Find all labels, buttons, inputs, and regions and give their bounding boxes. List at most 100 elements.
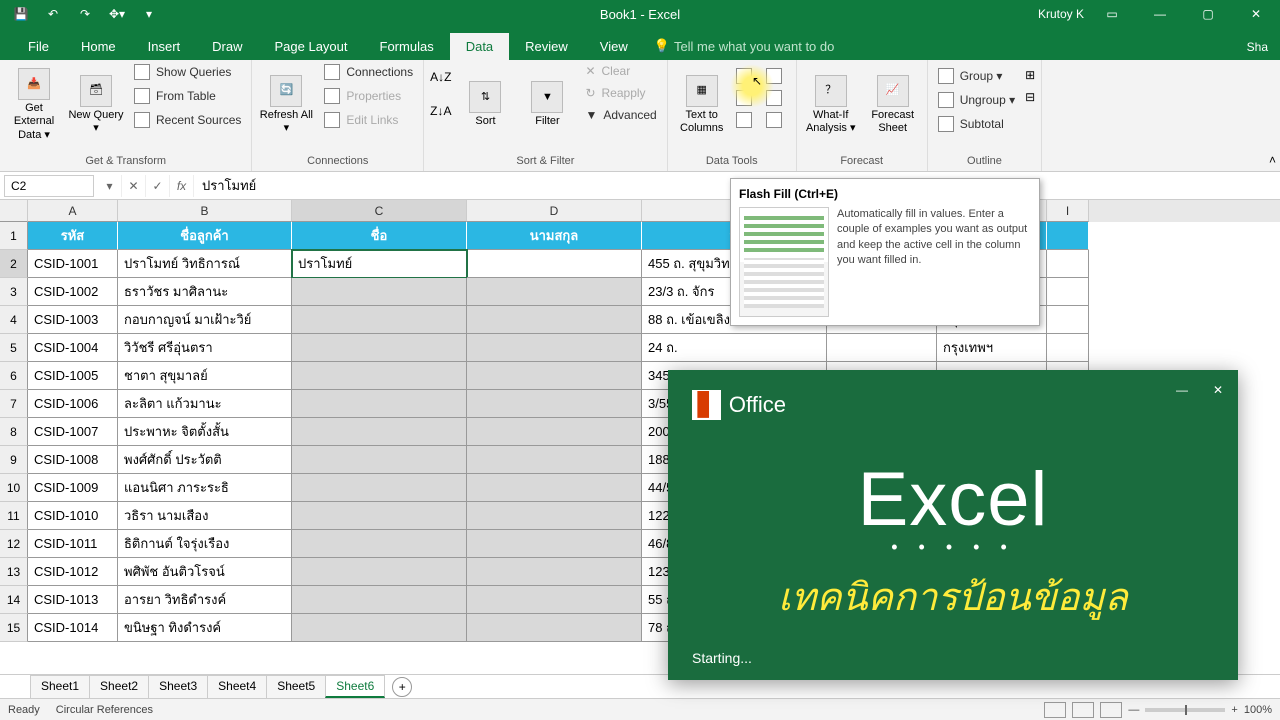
cell[interactable] [292, 614, 467, 642]
cell[interactable]: กอบกาญจน์ มาเฝ้าะวิย์ [118, 306, 292, 334]
cell[interactable] [292, 418, 467, 446]
group-button[interactable]: Group ▾ [934, 66, 1019, 86]
undo-icon[interactable]: ↶ [42, 3, 64, 25]
cell[interactable] [292, 334, 467, 362]
tab-formulas[interactable]: Formulas [364, 33, 450, 60]
touch-mode-icon[interactable]: ✥▾ [106, 3, 128, 25]
normal-view-icon[interactable] [1044, 702, 1066, 718]
maximize-button[interactable]: ▢ [1188, 0, 1228, 28]
row-header-15[interactable]: 15 [0, 614, 28, 642]
edit-links-button[interactable]: Edit Links [320, 110, 417, 130]
sort-desc-icon[interactable]: Z↓A [430, 104, 451, 118]
share-button[interactable]: Sha [1235, 34, 1280, 60]
zoom-level[interactable]: 100% [1244, 704, 1272, 716]
col-header-C[interactable]: C [292, 200, 467, 222]
cell[interactable] [1047, 334, 1089, 362]
cell[interactable] [467, 418, 642, 446]
name-box[interactable] [4, 175, 94, 197]
splash-minimize-icon[interactable]: — [1170, 378, 1194, 402]
row-header-1[interactable]: 1 [0, 222, 28, 250]
subtotal-button[interactable]: Subtotal [934, 114, 1019, 134]
cell[interactable] [467, 362, 642, 390]
close-button[interactable]: ✕ [1236, 0, 1276, 28]
cell[interactable] [292, 278, 467, 306]
row-header-11[interactable]: 11 [0, 502, 28, 530]
what-if-button[interactable]: ？What-If Analysis ▾ [803, 62, 859, 148]
sort-asc-icon[interactable]: A↓Z [430, 70, 451, 84]
cell[interactable]: 24 ถ. [642, 334, 827, 362]
cell[interactable]: วิวัชรี ศรีอุ่นตรา [118, 334, 292, 362]
cell[interactable]: ธิติกานต์ ใจรุ่งเรือง [118, 530, 292, 558]
tab-file[interactable]: File [12, 33, 65, 60]
row-header-3[interactable]: 3 [0, 278, 28, 306]
row-header-9[interactable]: 9 [0, 446, 28, 474]
cell[interactable] [292, 474, 467, 502]
cell[interactable] [467, 474, 642, 502]
tab-view[interactable]: View [584, 33, 644, 60]
table-header[interactable]: ชื่อลูกค้า [118, 222, 292, 250]
table-header[interactable]: ชื่อ [292, 222, 467, 250]
cell[interactable]: CSID-1002 [28, 278, 118, 306]
col-header-I[interactable]: I [1047, 200, 1089, 222]
cell[interactable]: ประพาหะ จิตตั้งสั้น [118, 418, 292, 446]
connections-button[interactable]: Connections [320, 62, 417, 82]
sort-button[interactable]: ⇅Sort [457, 62, 513, 148]
cell[interactable] [467, 334, 642, 362]
tab-review[interactable]: Review [509, 33, 584, 60]
cell[interactable]: CSID-1009 [28, 474, 118, 502]
cell[interactable]: CSID-1013 [28, 586, 118, 614]
cell[interactable] [292, 446, 467, 474]
cell[interactable]: CSID-1011 [28, 530, 118, 558]
tab-home[interactable]: Home [65, 33, 132, 60]
namebox-dropdown-icon[interactable]: ▾ [98, 175, 122, 197]
cell[interactable]: CSID-1012 [28, 558, 118, 586]
advanced-button[interactable]: ▼Advanced [581, 106, 660, 124]
col-header-D[interactable]: D [467, 200, 642, 222]
zoom-in-icon[interactable]: + [1231, 704, 1237, 716]
redo-icon[interactable]: ↷ [74, 3, 96, 25]
new-query-button[interactable]: 🗃New Query ▾ [68, 62, 124, 148]
fx-icon[interactable]: fx [170, 175, 194, 197]
manage-data-model-icon[interactable] [766, 112, 782, 128]
cell[interactable]: CSID-1007 [28, 418, 118, 446]
cell[interactable]: อารยา วิทธิดำรงค์ [118, 586, 292, 614]
cell[interactable] [292, 586, 467, 614]
col-header-A[interactable]: A [28, 200, 118, 222]
row-header-10[interactable]: 10 [0, 474, 28, 502]
table-header[interactable]: นามสกุล [467, 222, 642, 250]
forecast-sheet-button[interactable]: 📈Forecast Sheet [865, 62, 921, 148]
sheet-tab-sheet1[interactable]: Sheet1 [30, 675, 90, 698]
cell[interactable] [827, 334, 937, 362]
cell[interactable] [292, 530, 467, 558]
sheet-tab-sheet4[interactable]: Sheet4 [207, 675, 267, 698]
enter-icon[interactable]: ✓ [146, 175, 170, 197]
cell[interactable]: ปราโมทย์ [292, 250, 467, 278]
cell[interactable]: CSID-1004 [28, 334, 118, 362]
cell[interactable] [467, 558, 642, 586]
collapse-ribbon-icon[interactable]: ˄ [1269, 153, 1276, 167]
recent-sources-button[interactable]: Recent Sources [130, 110, 245, 130]
cell[interactable]: CSID-1001 [28, 250, 118, 278]
cell[interactable]: แอนนิศา ภาระระธิ [118, 474, 292, 502]
minimize-button[interactable]: — [1140, 0, 1180, 28]
cell[interactable] [467, 306, 642, 334]
save-icon[interactable]: 💾 [10, 3, 32, 25]
from-table-button[interactable]: From Table [130, 86, 245, 106]
clear-button[interactable]: ✕Clear [581, 62, 660, 80]
cell[interactable] [467, 614, 642, 642]
zoom-slider[interactable] [1145, 708, 1225, 712]
cancel-icon[interactable]: ✕ [122, 175, 146, 197]
text-to-columns-button[interactable]: ▦Text to Columns [674, 62, 730, 148]
row-header-5[interactable]: 5 [0, 334, 28, 362]
cell[interactable] [292, 558, 467, 586]
cell[interactable] [292, 306, 467, 334]
data-validation-icon[interactable] [736, 112, 752, 128]
tab-data[interactable]: Data [450, 33, 509, 60]
tab-draw[interactable]: Draw [196, 33, 258, 60]
qat-customize-icon[interactable]: ▾ [138, 3, 160, 25]
sheet-tab-sheet5[interactable]: Sheet5 [266, 675, 326, 698]
row-header-13[interactable]: 13 [0, 558, 28, 586]
cell[interactable] [292, 502, 467, 530]
cell[interactable] [467, 446, 642, 474]
cell[interactable]: ชาตา สุขุมาลย์ [118, 362, 292, 390]
